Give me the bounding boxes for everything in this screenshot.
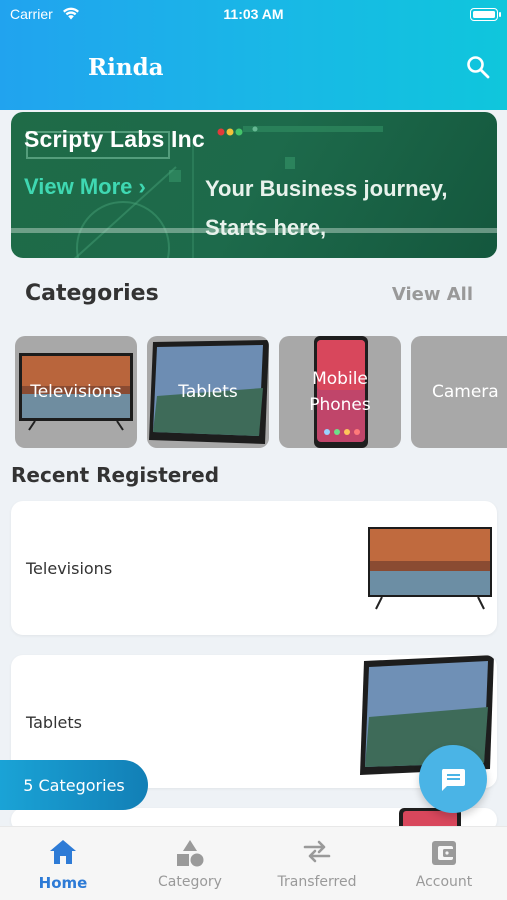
nav-label: Category	[158, 874, 222, 890]
recent-item-televisions[interactable]: Televisions	[11, 501, 497, 635]
categories-title: Categories	[25, 281, 159, 306]
nav-label: Transferred	[277, 874, 357, 890]
category-card-televisions[interactable]: Televisions	[15, 336, 137, 448]
nav-account[interactable]: Account	[381, 827, 507, 900]
home-icon	[50, 840, 76, 864]
television-thumbnail	[368, 527, 492, 610]
chat-button[interactable]	[419, 745, 487, 813]
category-card-mobile-phones[interactable]: Mobile Phones	[279, 336, 401, 448]
category-label: Mobile Phones	[309, 369, 371, 415]
banner-tagline-line2: Starts here,	[205, 215, 327, 240]
wallet-icon	[432, 841, 456, 865]
view-all-link[interactable]: View All	[392, 284, 473, 305]
battery-icon	[470, 8, 501, 21]
chevron-right-icon: ›	[138, 174, 146, 199]
category-card-camera[interactable]: Camera	[411, 336, 507, 448]
category-card-tablets[interactable]: Tablets	[147, 336, 269, 448]
categories-count-pill[interactable]: 5 Categories	[0, 760, 148, 810]
banner-title: Scripty Labs Inc	[24, 126, 205, 152]
category-label: Tablets	[178, 382, 238, 402]
recent-item-label: Tablets	[26, 713, 82, 732]
nav-home[interactable]: Home	[0, 827, 126, 900]
recent-item-label: Televisions	[26, 559, 113, 578]
view-more-label: View More	[24, 174, 133, 199]
category-label: Televisions	[30, 382, 122, 402]
recent-registered-title: Recent Registered	[11, 463, 220, 487]
category-carousel[interactable]: Televisions Tablets Mobile Phones Camera	[15, 336, 507, 448]
category-icon	[177, 840, 204, 867]
nav-label: Home	[38, 874, 88, 892]
app-title: Rinda	[88, 54, 164, 81]
nav-transferred[interactable]: Transferred	[254, 827, 380, 900]
clock: 11:03 AM	[223, 6, 284, 22]
banner-tagline: Your Business journey, Starts here,	[205, 169, 447, 247]
bottom-navigation: Home Category Transferred Account	[0, 826, 507, 900]
promo-banner[interactable]: Scripty Labs Inc View More › Your Busine…	[11, 112, 497, 258]
search-icon[interactable]	[465, 54, 491, 80]
view-more-link[interactable]: View More ›	[24, 174, 146, 200]
nav-label: Account	[415, 874, 473, 890]
nav-category[interactable]: Category	[127, 827, 253, 900]
status-bar: Carrier 11:03 AM	[0, 6, 507, 24]
chat-icon	[441, 769, 465, 791]
transfer-icon	[303, 840, 331, 863]
category-label: Camera	[432, 382, 499, 402]
banner-tagline-line1: Your Business journey,	[205, 176, 448, 201]
app-header: Carrier 11:03 AM Rinda	[0, 0, 507, 110]
